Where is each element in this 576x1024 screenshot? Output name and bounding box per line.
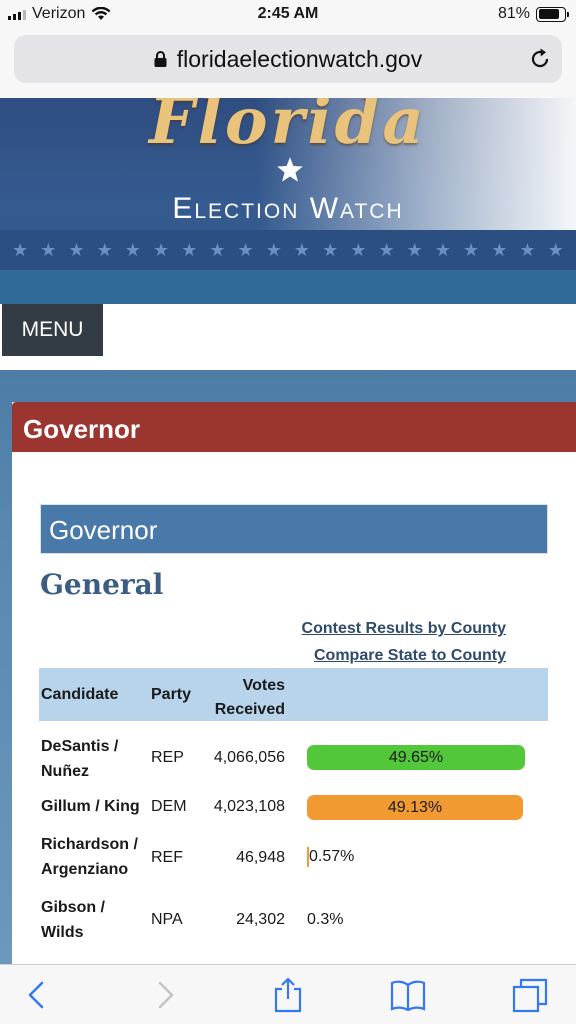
candidate-name-line1: Richardson /: [41, 836, 138, 853]
table-row: Gibson / Wilds NPA 24,302 0.3%: [39, 895, 548, 945]
header-votes-line1: Votes: [242, 677, 285, 694]
contest-card: Governor Governor General Contest Result…: [12, 402, 576, 964]
status-bar: Verizon 2:45 AM 81%: [0, 0, 576, 30]
section-title: Governor: [40, 504, 548, 554]
share-icon[interactable]: [270, 977, 306, 1013]
vote-share-percent: 0.3%: [307, 911, 344, 928]
battery-fill: [538, 9, 559, 19]
candidate-party: DEM: [151, 798, 187, 815]
browser-address-area: floridaelectionwatch.gov: [0, 30, 576, 98]
forward-icon[interactable]: [146, 977, 182, 1013]
site-banner: Florida Election Watch ★ ★ ★ ★ ★ ★ ★ ★ ★ ★ ★ ★ ★ ★ ★ ★ ★…: [0, 98, 576, 304]
candidate-party: REF: [151, 849, 183, 866]
compare-state-county-link[interactable]: Compare State to County: [314, 647, 506, 665]
vote-share-bar: 49.13%: [307, 795, 523, 820]
menu-button[interactable]: MENU: [2, 304, 103, 356]
candidate-name: Gibson / Wilds: [41, 895, 105, 945]
election-type-heading: General: [40, 568, 164, 601]
candidate-party: REP: [151, 749, 184, 766]
header-votes-line2: Received: [214, 701, 285, 718]
status-right: 81%: [497, 5, 569, 23]
menu-row: MENU: [0, 304, 576, 370]
candidate-votes: 24,302: [236, 911, 285, 928]
vote-share-bar: 49.65%: [307, 745, 525, 770]
browser-toolbar: [0, 964, 576, 1024]
header-party: Party: [151, 686, 192, 703]
lock-icon: [154, 51, 167, 67]
star-strip: ★ ★ ★ ★ ★ ★ ★ ★ ★ ★ ★ ★ ★ ★ ★ ★ ★ ★ ★ ★: [0, 230, 576, 270]
results-table-header: Candidate Party Votes Received: [39, 668, 548, 721]
vote-share-small: 0.57%: [307, 847, 354, 867]
banner-title: Florida: [149, 98, 427, 159]
back-icon[interactable]: [20, 977, 56, 1013]
table-row: Richardson / Argenziano REF 46,948 0.57%: [39, 832, 548, 882]
table-row: Gillum / King DEM 4,023,108 49.13%: [39, 794, 548, 824]
table-row: DeSantis / Nuñez REP 4,066,056 49.65%: [39, 734, 548, 784]
banner-subtitle: Election Watch: [172, 192, 404, 225]
candidate-name: Gillum / King: [41, 794, 140, 819]
star-icon: [277, 157, 303, 182]
candidate-name-line2: Argenziano: [41, 861, 129, 878]
candidate-name: DeSantis / Nuñez: [41, 734, 118, 784]
county-results-link[interactable]: Contest Results by County: [302, 620, 506, 638]
battery-percent: 81%: [497, 5, 530, 22]
candidate-name-line2: Nuñez: [41, 763, 89, 780]
address-bar[interactable]: floridaelectionwatch.gov: [14, 35, 562, 83]
candidate-name-line2: Wilds: [41, 924, 84, 941]
banner-bottom-band: [0, 270, 576, 304]
header-votes: Votes Received: [189, 674, 285, 722]
candidate-name: Richardson / Argenziano: [41, 832, 138, 882]
candidate-name-line1: Gillum / King: [41, 798, 140, 815]
card-title: Governor: [12, 402, 576, 452]
candidate-party: NPA: [151, 911, 183, 928]
bookmarks-icon[interactable]: [390, 977, 426, 1013]
vote-share-percent: 0.57%: [309, 848, 355, 866]
reload-icon[interactable]: [528, 47, 552, 71]
candidate-votes: 4,023,108: [213, 798, 285, 815]
tabs-icon[interactable]: [512, 977, 548, 1013]
candidate-votes: 4,066,056: [213, 749, 285, 766]
battery-icon: [536, 6, 569, 22]
candidate-votes: 46,948: [236, 849, 285, 866]
url-text: floridaelectionwatch.gov: [176, 45, 423, 72]
clock: 2:45 AM: [257, 5, 319, 22]
candidate-name-line1: DeSantis /: [41, 738, 119, 755]
header-candidate: Candidate: [41, 686, 119, 703]
candidate-name-line1: Gibson /: [41, 899, 105, 916]
